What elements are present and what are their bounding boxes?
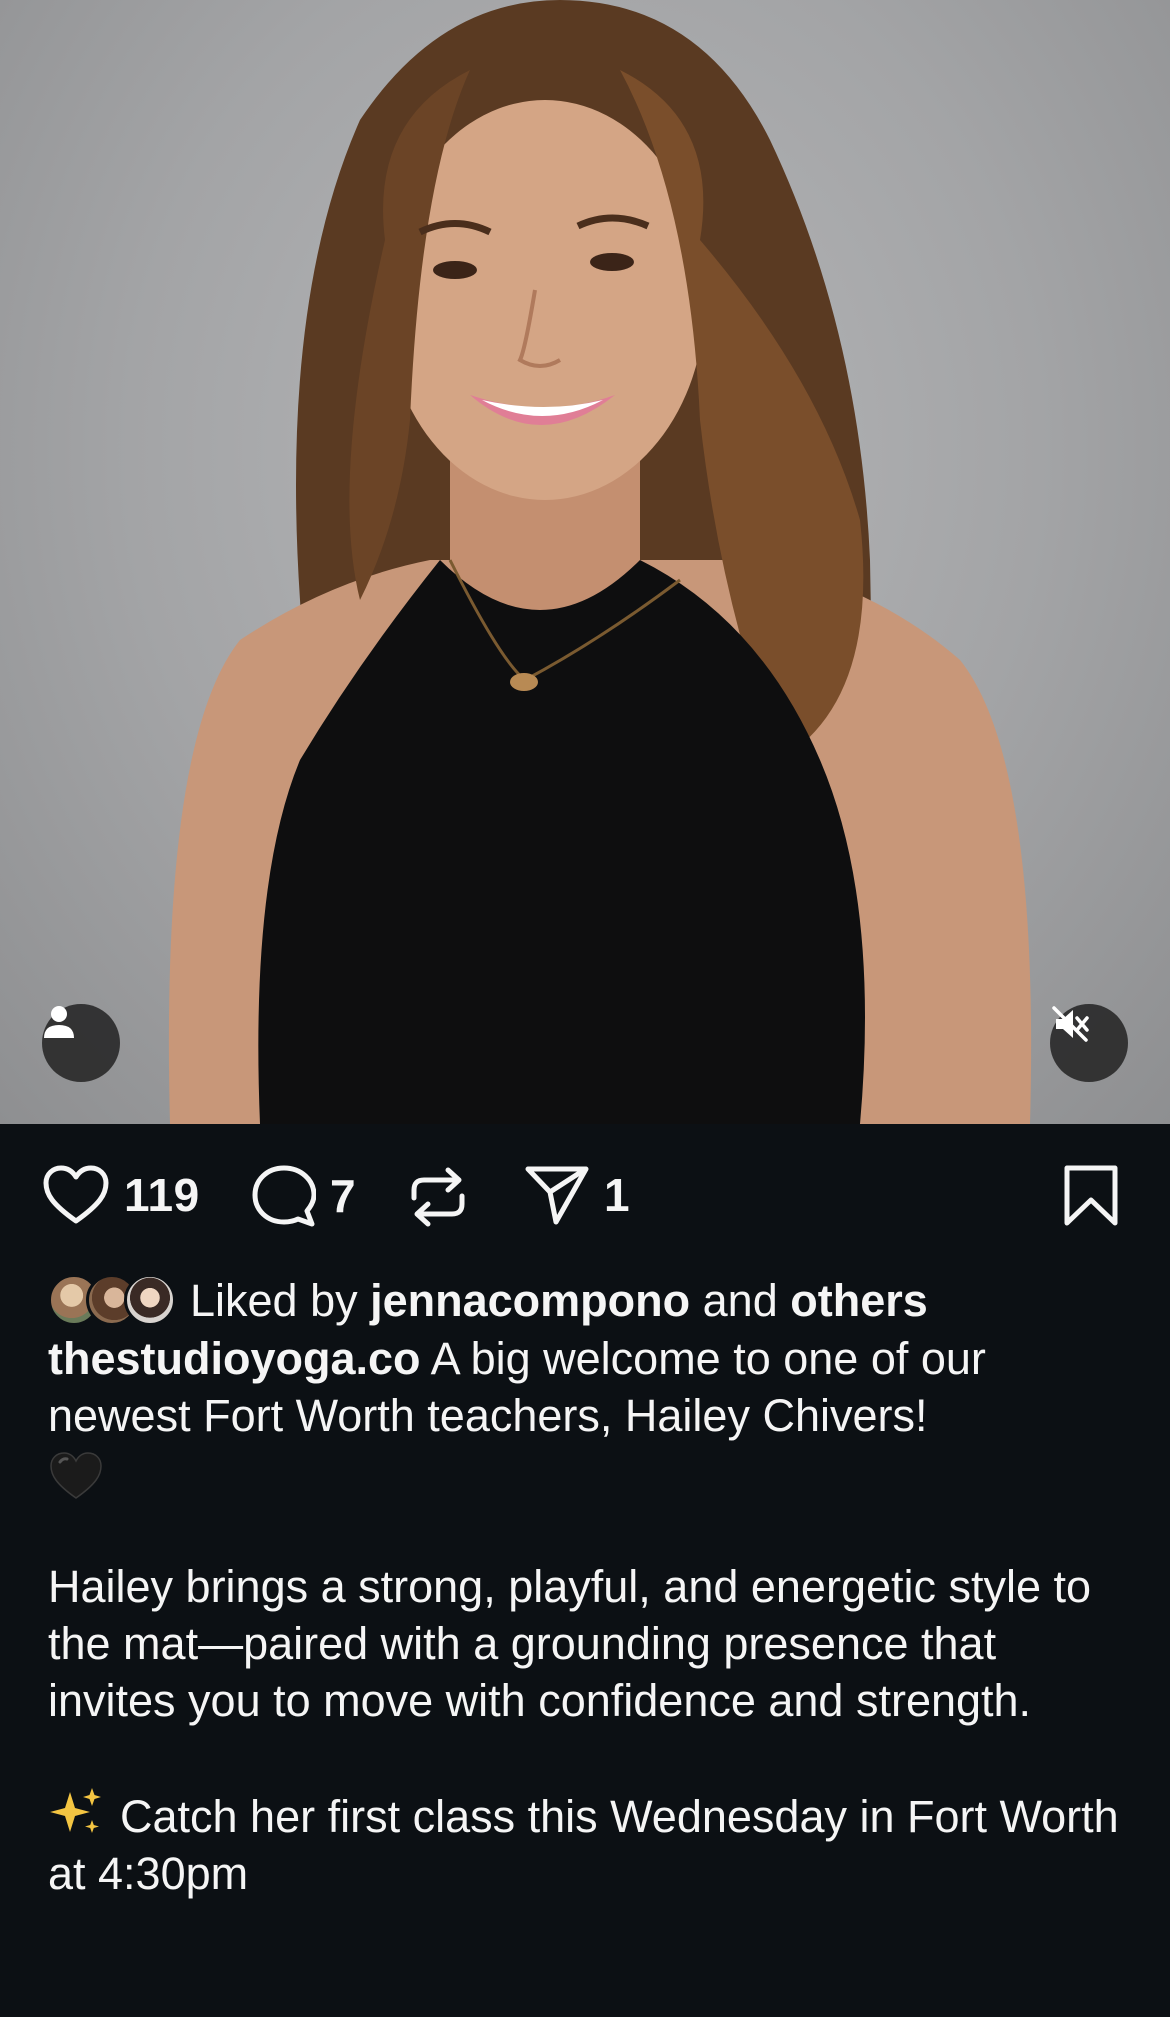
like-button[interactable]: 119 — [42, 1164, 200, 1226]
heart-outline-icon — [43, 1165, 109, 1224]
post-action-bar: 119 7 1 — [0, 1124, 1170, 1274]
black-heart-emoji — [50, 1452, 102, 1500]
liked-by-username[interactable]: jennacompono — [370, 1272, 690, 1329]
person-icon — [44, 1006, 74, 1038]
heart-emoji-line — [48, 1444, 1128, 1501]
speaker-muted-icon — [1052, 1006, 1089, 1042]
share-button[interactable]: 1 — [524, 1164, 630, 1226]
liked-by-prefix: Liked by — [190, 1274, 358, 1326]
bookmark-outline-icon — [1064, 1165, 1118, 1226]
liked-by-others[interactable]: others — [790, 1272, 928, 1329]
caption-intro: thestudioyoga.co A big welcome to one of… — [48, 1330, 1128, 1444]
caption-paragraph-2: Hailey brings a strong, playful, and ene… — [48, 1561, 1092, 1726]
comments-count[interactable]: 7 — [330, 1169, 356, 1223]
caption-author[interactable]: thestudioyoga.co — [48, 1333, 421, 1384]
repost-arrows-icon — [411, 1167, 465, 1227]
liked-by-connector: and — [702, 1274, 778, 1326]
likes-count[interactable]: 119 — [124, 1168, 200, 1222]
portrait-photo — [168, 0, 1032, 1124]
avatar — [124, 1274, 176, 1326]
save-button[interactable] — [1062, 1164, 1120, 1233]
paper-plane-icon — [525, 1166, 589, 1225]
liker-avatars[interactable] — [48, 1274, 176, 1326]
liked-by-row[interactable]: Liked by jennacompono and others — [48, 1270, 1128, 1330]
sparkles-emoji — [50, 1788, 101, 1833]
post-caption: Liked by jennacompono and others thestud… — [48, 1270, 1128, 1902]
post-media[interactable] — [0, 0, 1170, 1124]
tag-people-button[interactable] — [42, 1004, 120, 1082]
repost-button[interactable] — [408, 1164, 468, 1230]
shares-count[interactable]: 1 — [604, 1168, 630, 1222]
mute-toggle-button[interactable] — [1050, 1004, 1128, 1082]
caption-paragraph-3-text: Catch her first class this Wednesday in … — [48, 1791, 1119, 1899]
comment-button[interactable]: 7 — [252, 1164, 356, 1228]
caption-paragraph-3: Catch her first class this Wednesday in … — [48, 1786, 1128, 1902]
comment-bubble-icon — [252, 1165, 316, 1227]
